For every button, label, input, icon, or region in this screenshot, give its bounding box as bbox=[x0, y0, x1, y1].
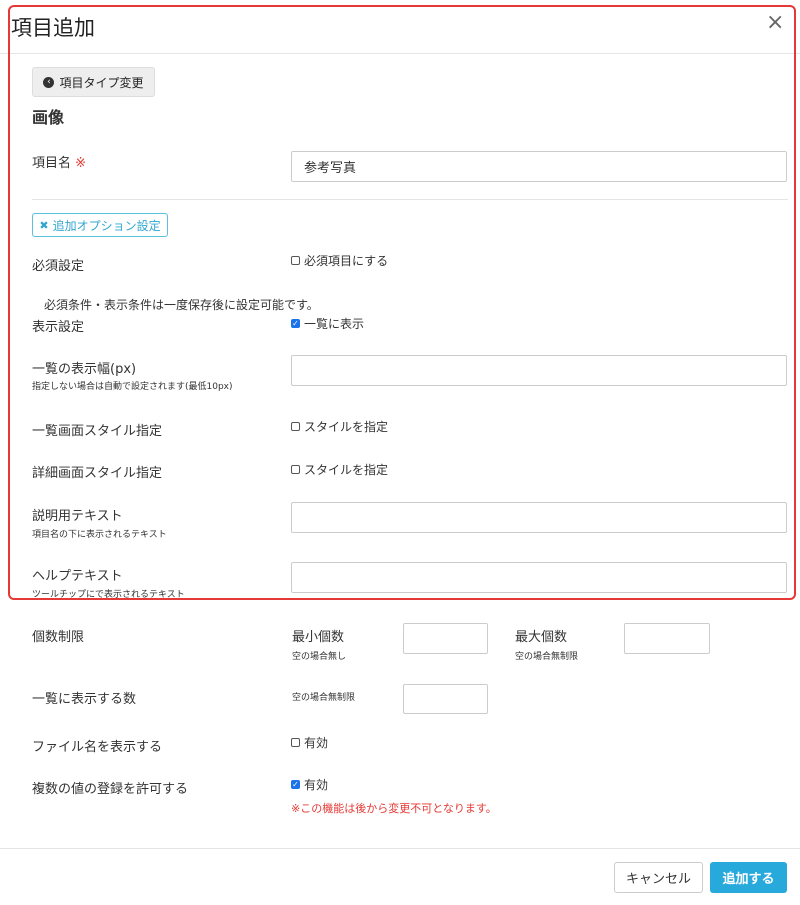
min-count-label: 最小個数 bbox=[292, 630, 345, 645]
checkbox-unchecked-icon bbox=[291, 738, 300, 747]
list-style-checkbox[interactable]: スタイルを指定 bbox=[291, 418, 388, 435]
required-checkbox-label: 必須項目にする bbox=[304, 254, 389, 268]
max-count-hint: 空の場合無制限 bbox=[515, 652, 579, 662]
display-list-checkbox[interactable]: ✓ 一覧に表示 bbox=[291, 315, 364, 332]
show-filename-checkbox[interactable]: 有効 bbox=[291, 734, 328, 751]
detail-style-label: 詳細画面スタイル指定 bbox=[32, 466, 163, 481]
help-text-label: ヘルプテキスト bbox=[32, 569, 123, 584]
modal-title: 項目追加 bbox=[11, 16, 95, 40]
min-count-input[interactable] bbox=[403, 623, 488, 654]
allow-multiple-label: 複数の値の登録を許可する bbox=[32, 782, 189, 797]
add-button[interactable]: 追加する bbox=[710, 862, 787, 893]
change-item-type-label: 項目タイプ変更 bbox=[59, 75, 144, 90]
list-count-input[interactable] bbox=[403, 684, 488, 714]
footer-divider bbox=[0, 848, 800, 849]
change-item-type-button[interactable]: ‹ 項目タイプ変更 bbox=[32, 67, 155, 97]
list-count-label: 一覧に表示する数 bbox=[32, 692, 137, 707]
header-divider bbox=[0, 53, 800, 54]
description-text-input[interactable] bbox=[291, 502, 787, 533]
list-count-hint: 空の場合無制限 bbox=[292, 693, 356, 703]
display-list-checkbox-label: 一覧に表示 bbox=[304, 317, 365, 331]
close-small-icon: ✖ bbox=[39, 218, 49, 232]
checkbox-checked-icon: ✓ bbox=[291, 780, 300, 789]
checkbox-unchecked-icon bbox=[291, 465, 300, 474]
allow-multiple-warning: ※この機能は後から変更不可となります。 bbox=[291, 802, 497, 815]
help-text-input[interactable] bbox=[291, 562, 787, 593]
close-icon[interactable]: × bbox=[766, 10, 784, 36]
list-style-checkbox-label: スタイルを指定 bbox=[304, 420, 389, 434]
cancel-button[interactable]: キャンセル bbox=[614, 862, 703, 893]
list-width-input[interactable] bbox=[291, 355, 787, 386]
options-divider bbox=[32, 199, 788, 200]
max-count-label: 最大個数 bbox=[515, 630, 568, 645]
description-text-hint: 項目名の下に表示されるテキスト bbox=[32, 530, 167, 540]
section-title: 画像 bbox=[32, 108, 65, 127]
checkbox-checked-icon: ✓ bbox=[291, 319, 300, 328]
allow-multiple-checkbox-label: 有効 bbox=[304, 778, 329, 792]
count-limit-label: 個数制限 bbox=[32, 630, 85, 645]
list-width-label: 一覧の表示幅(px) bbox=[32, 362, 137, 377]
detail-style-checkbox[interactable]: スタイルを指定 bbox=[291, 461, 388, 478]
item-name-input[interactable] bbox=[291, 151, 787, 182]
item-name-label: 項目名 ※ bbox=[32, 156, 87, 171]
max-count-input[interactable] bbox=[624, 623, 710, 654]
help-text-hint: ツールチップにで表示されるテキスト bbox=[32, 590, 185, 600]
allow-multiple-checkbox[interactable]: ✓ 有効 bbox=[291, 776, 328, 793]
additional-options-button[interactable]: ✖ 追加オプション設定 bbox=[32, 213, 168, 237]
list-width-hint: 指定しない場合は自動で設定されます(最低10px) bbox=[32, 382, 233, 392]
required-mark: ※ bbox=[75, 156, 87, 171]
condition-note: 必須条件・表示条件は一度保存後に設定可能です。 bbox=[44, 298, 319, 312]
show-filename-checkbox-label: 有効 bbox=[304, 736, 329, 750]
list-style-label: 一覧画面スタイル指定 bbox=[32, 424, 163, 439]
min-count-hint: 空の場合無し bbox=[292, 652, 347, 662]
additional-options-label: 追加オプション設定 bbox=[52, 218, 161, 233]
arrow-left-circle-icon: ‹ bbox=[43, 76, 55, 88]
description-text-label: 説明用テキスト bbox=[32, 509, 123, 524]
required-setting-label: 必須設定 bbox=[32, 259, 85, 274]
checkbox-unchecked-icon bbox=[291, 422, 300, 431]
show-filename-label: ファイル名を表示する bbox=[32, 740, 163, 755]
display-setting-label: 表示設定 bbox=[32, 320, 85, 335]
required-checkbox[interactable]: 必須項目にする bbox=[291, 252, 388, 269]
detail-style-checkbox-label: スタイルを指定 bbox=[304, 463, 389, 477]
checkbox-unchecked-icon bbox=[291, 256, 300, 265]
